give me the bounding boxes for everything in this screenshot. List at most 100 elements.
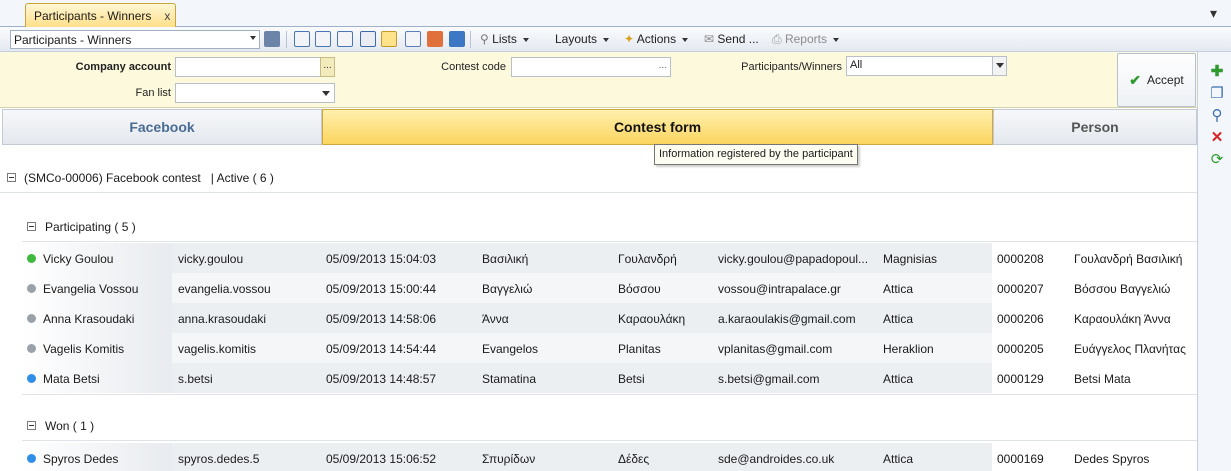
cell-last-name: Γουλανδρή [618, 252, 677, 266]
collapse-participating-icon[interactable] [27, 222, 36, 231]
reports-menu-label: Reports [784, 32, 827, 46]
cell-datetime: 05/09/2013 14:58:06 [326, 312, 437, 326]
cell-name: Vagelis Komitis [43, 342, 125, 356]
cell-full-name: Dedes Spyros [1074, 452, 1150, 466]
add-icon[interactable]: ✚ [1209, 64, 1225, 80]
divider [22, 241, 1197, 242]
contest-code-label: Contest code [441, 61, 506, 73]
view-select[interactable]: Participants - Winners [10, 30, 260, 49]
cell-username: spyros.dedes.5 [178, 452, 260, 466]
fan-list-select[interactable] [175, 83, 335, 103]
cell-datetime: 05/09/2013 15:04:03 [326, 252, 437, 266]
search-icon[interactable]: ⚲ [1209, 108, 1225, 124]
layouts-menu[interactable]: Layouts [555, 32, 610, 46]
cell-datetime: 05/09/2013 15:06:52 [326, 452, 437, 466]
cell-first-name: Stamatina [482, 372, 537, 386]
document-tab-strip: Participants - Winners x ▾ [0, 0, 1231, 27]
contest-code-field[interactable]: ... [511, 57, 671, 77]
toolbar-separator [286, 31, 287, 48]
table-row[interactable]: Mata Betsi s.betsi 05/09/2013 14:48:57 Stam… [22, 363, 1197, 393]
delete-icon[interactable]: ✕ [1209, 130, 1225, 146]
cell-email: vossou@intrapalace.gr [718, 282, 841, 296]
view-select-value: Participants - Winners [14, 32, 132, 47]
status-dot-icon [27, 254, 36, 263]
collapse-contest-icon[interactable] [7, 173, 16, 182]
cell-region: Magnisias [883, 252, 938, 266]
tab-person[interactable]: Person [993, 109, 1197, 145]
tab-facebook[interactable]: Facebook [2, 109, 322, 145]
chevron-down-icon [250, 36, 256, 40]
send-icon: ✉ [704, 32, 715, 46]
printer-icon: ⎙ [772, 32, 782, 46]
cell-full-name: Καραουλάκη Άννα [1074, 312, 1171, 326]
view-record-icon[interactable] [337, 31, 353, 47]
cell-code: 0000205 [997, 342, 1044, 356]
cell-full-name: Γουλανδρή Βασιλική [1074, 252, 1183, 266]
copy-icon[interactable]: ❐ [1209, 86, 1225, 102]
toolbar: Participants - Winners ⚲ Lists Layouts ✦… [0, 27, 1231, 52]
cell-datetime: 05/09/2013 15:00:44 [326, 282, 437, 296]
edit-record-icon[interactable] [315, 31, 331, 47]
accept-label: Accept [1147, 73, 1184, 87]
close-window-icon[interactable]: ▾ [1210, 5, 1217, 22]
contest-status: | Active ( 6 ) [210, 171, 274, 185]
print-preview-icon[interactable] [405, 31, 421, 47]
chevron-down-icon [603, 37, 610, 42]
dropdown-button[interactable] [992, 57, 1006, 75]
lists-menu[interactable]: ⚲ Lists [480, 32, 529, 46]
new-record-icon[interactable] [294, 31, 310, 47]
cell-first-name: Άννα [482, 312, 509, 326]
grid-view-icon[interactable] [360, 31, 376, 47]
reports-menu[interactable]: ⎙ Reports [772, 32, 839, 47]
refresh-icon[interactable]: ⟳ [1209, 152, 1225, 168]
cell-first-name: Βαγγελιώ [482, 282, 533, 296]
save-icon[interactable] [449, 31, 465, 47]
table-row[interactable]: Anna Krasoudaki anna.krasoudaki 05/09/2013… [22, 303, 1197, 333]
company-account-lookup-button[interactable]: ... [320, 57, 335, 77]
cell-region: Attica [883, 372, 914, 386]
accept-button[interactable]: ✔ Accept [1117, 53, 1196, 107]
excel-export-icon[interactable] [381, 31, 397, 47]
participants-winners-select[interactable]: All [846, 56, 1007, 76]
chevron-down-icon [322, 91, 330, 96]
company-account-field[interactable] [175, 57, 335, 77]
cell-last-name: Planitas [618, 342, 661, 356]
status-dot-icon [27, 454, 36, 463]
cell-username: evangelia.vossou [178, 282, 271, 296]
cell-region: Attica [883, 282, 914, 296]
send-menu-label: Send ... [717, 32, 759, 46]
tab-contest-form[interactable]: Contest form [322, 109, 993, 145]
close-tab-icon[interactable]: x [164, 9, 170, 23]
cell-code: 0000129 [997, 372, 1044, 386]
won-group-label: Won ( 1 ) [45, 419, 95, 433]
chevron-down-icon [522, 37, 529, 42]
wand-icon: ✦ [624, 32, 635, 46]
refresh-icon[interactable] [427, 31, 443, 47]
cell-first-name: Βασιλική [482, 252, 529, 266]
cell-email: s.betsi@gmail.com [718, 372, 820, 386]
table-row[interactable]: Vicky Goulou vicky.goulou 05/09/2013 15:04… [22, 243, 1197, 273]
cell-last-name: Καραουλάκη [618, 312, 686, 326]
table-row[interactable]: Evangelia Vossou evangelia.vossou 05/09/20… [22, 273, 1197, 303]
cell-full-name: Βόσσου Βαγγελιώ [1074, 282, 1171, 296]
collapse-won-icon[interactable] [27, 421, 36, 430]
cell-username: s.betsi [178, 372, 213, 386]
right-action-rail: ✚ ❐ ⚲ ✕ ⟳ [1197, 52, 1231, 471]
cell-datetime: 05/09/2013 14:54:44 [326, 342, 437, 356]
cell-email: vicky.goulou@papadopoul... [718, 252, 869, 266]
contest-header: (SMCo-00006) Facebook contest | Active (… [24, 171, 274, 185]
table-row[interactable]: Spyros Dedes spyros.dedes.5 05/09/2013 15:… [22, 443, 1197, 471]
tab-participants-winners[interactable]: Participants - Winners x [25, 3, 176, 27]
table-row[interactable]: Vagelis Komitis vagelis.komitis 05/09/2013… [22, 333, 1197, 363]
participating-group-label: Participating ( 5 ) [45, 220, 136, 234]
contest-code-lookup-button[interactable]: ... [659, 60, 667, 71]
filter-config-icon[interactable] [264, 31, 280, 47]
cell-code: 0000206 [997, 312, 1044, 326]
send-menu[interactable]: ✉ Send ... [704, 32, 759, 46]
actions-menu[interactable]: ✦ Actions [624, 32, 689, 46]
contest-title: (SMCo-00006) Facebook contest [24, 171, 201, 185]
cell-name: Anna Krasoudaki [43, 312, 135, 326]
divider [22, 394, 1197, 395]
lists-menu-label: Lists [492, 32, 517, 46]
status-dot-icon [27, 374, 36, 383]
